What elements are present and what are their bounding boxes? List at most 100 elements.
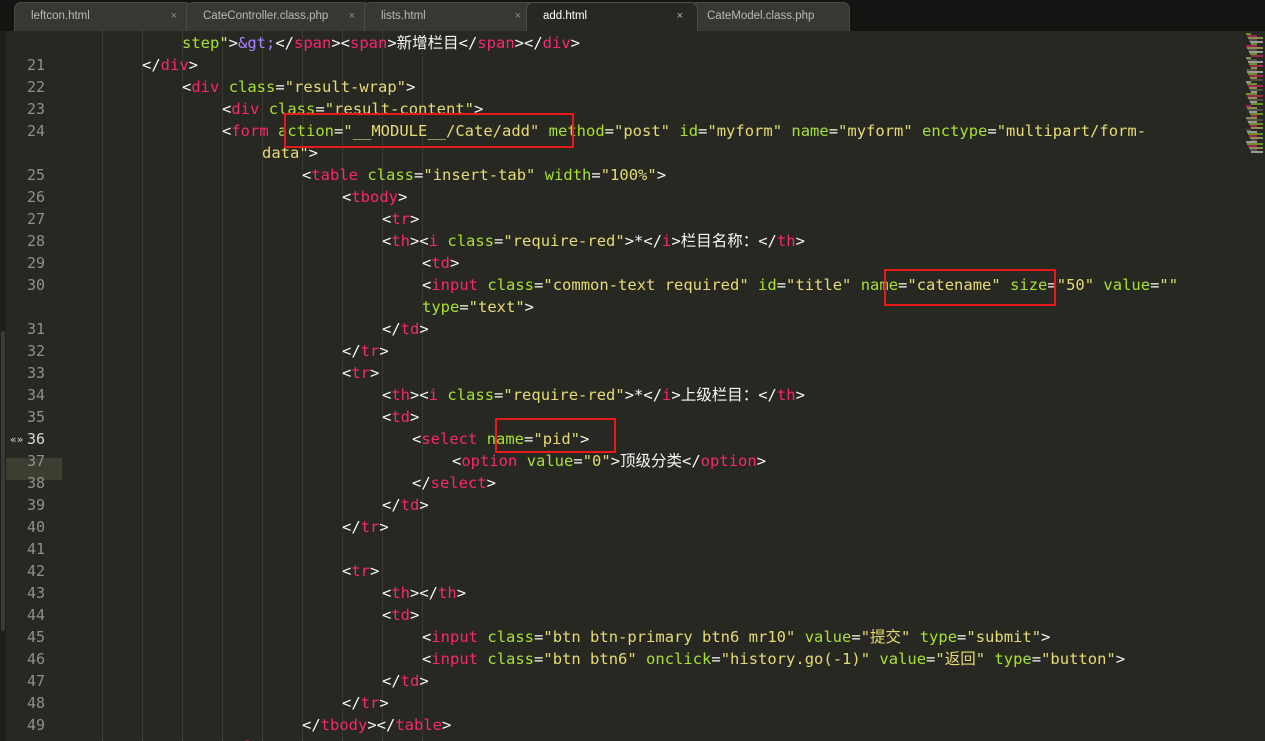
fold-marker-icon[interactable]: «» bbox=[10, 429, 23, 451]
code-token: > bbox=[370, 364, 380, 382]
tab-leftcon-html[interactable]: leftcon.html × bbox=[14, 2, 192, 31]
line-number: 46 bbox=[26, 650, 45, 668]
line-number: 35 bbox=[26, 408, 45, 426]
code-token: class bbox=[487, 650, 535, 668]
code-token: "common-text required" bbox=[543, 276, 749, 294]
code-token: div bbox=[191, 78, 220, 96]
code-token: < bbox=[412, 430, 422, 448]
code-token: input bbox=[431, 276, 479, 294]
code-token: "insert-tab" bbox=[423, 166, 536, 184]
code-token: name bbox=[791, 122, 829, 140]
line-number: 22 bbox=[26, 78, 45, 96]
minimap-line bbox=[1251, 151, 1263, 153]
code-line: <th></th> bbox=[382, 582, 466, 604]
line-number: 23 bbox=[26, 100, 45, 118]
code-token: </ bbox=[382, 496, 401, 514]
line-number: 33 bbox=[26, 364, 45, 382]
code-editor[interactable]: step">&gt;</span><span>新增栏目</span></div>… bbox=[62, 31, 1242, 741]
code-token: td bbox=[391, 408, 411, 426]
close-icon[interactable]: × bbox=[349, 3, 355, 30]
tab-label: CateController.class.php bbox=[203, 10, 329, 22]
code-token: >新增栏目</ bbox=[387, 34, 478, 52]
code-token: < bbox=[342, 562, 352, 580]
code-token: > bbox=[419, 672, 429, 690]
close-icon[interactable]: × bbox=[677, 3, 683, 30]
code-line: <input class="common-text required" id="… bbox=[422, 274, 1178, 296]
code-token: "50" bbox=[1056, 276, 1095, 294]
code-token: > bbox=[524, 298, 535, 316]
line-number: 24 bbox=[26, 122, 45, 140]
code-token: &gt; bbox=[238, 34, 276, 52]
code-token: </ bbox=[342, 518, 361, 536]
tab-catemodel-class-php[interactable]: CateModel.class.php bbox=[690, 2, 850, 31]
code-token: value bbox=[526, 452, 574, 470]
code-token: > bbox=[795, 232, 805, 250]
code-line: </tr> bbox=[342, 692, 389, 714]
code-line: <tr> bbox=[382, 208, 419, 230]
code-token: = bbox=[534, 628, 544, 646]
code-token: "100%" bbox=[600, 166, 657, 184]
code-token: value bbox=[879, 650, 927, 668]
line-number: 26 bbox=[26, 188, 45, 206]
code-token: = bbox=[957, 628, 967, 646]
code-token: step bbox=[182, 34, 220, 52]
code-token: > bbox=[442, 716, 452, 734]
code-line: </tr> bbox=[342, 340, 389, 362]
code-line: type="text"> bbox=[422, 296, 534, 318]
code-token: = bbox=[414, 166, 424, 184]
line-number: 50 bbox=[8, 736, 45, 741]
tab-catecontroller-class-php[interactable]: CateController.class.php × bbox=[186, 2, 370, 31]
code-line: </tr> bbox=[342, 516, 389, 538]
code-token: th bbox=[776, 386, 796, 404]
code-token: < bbox=[382, 386, 392, 404]
code-token: = bbox=[604, 122, 615, 140]
code-token: = bbox=[534, 650, 544, 668]
code-token: span bbox=[477, 34, 515, 52]
code-token: th bbox=[438, 584, 457, 602]
code-token: = bbox=[698, 122, 708, 140]
code-token: tr bbox=[360, 342, 380, 360]
code-token: type bbox=[994, 650, 1032, 668]
code-token: table bbox=[395, 716, 443, 734]
close-icon[interactable]: × bbox=[515, 3, 521, 30]
line-number: 28 bbox=[26, 232, 45, 250]
code-token: option bbox=[700, 452, 757, 470]
code-token: = bbox=[987, 122, 997, 140]
code-token: </ bbox=[342, 694, 361, 712]
line-number: 25 bbox=[26, 166, 45, 184]
code-token: = bbox=[494, 232, 504, 250]
code-token: > bbox=[410, 408, 420, 426]
side-bar-thumb[interactable] bbox=[1, 331, 5, 631]
minimap[interactable] bbox=[1242, 31, 1265, 741]
code-token: div bbox=[160, 56, 189, 74]
code-token: "require-red" bbox=[503, 232, 625, 250]
code-token: </ bbox=[412, 474, 431, 492]
line-number: 34 bbox=[26, 386, 45, 404]
code-token: "btn btn-primary btn6 mr10" bbox=[543, 628, 796, 646]
code-token: tr bbox=[351, 562, 371, 580]
code-token: "myform" bbox=[838, 122, 913, 140]
tab-add-html[interactable]: add.html × bbox=[526, 2, 698, 31]
code-line: <td> bbox=[382, 406, 419, 428]
line-number: 27 bbox=[26, 210, 45, 228]
code-token: span bbox=[350, 34, 388, 52]
code-token: "require-red" bbox=[503, 386, 625, 404]
code-line: <td> bbox=[422, 252, 459, 274]
code-token: < bbox=[382, 210, 392, 228]
close-icon[interactable]: × bbox=[171, 3, 177, 30]
line-number: 39 bbox=[26, 496, 45, 514]
code-token: value bbox=[1103, 276, 1151, 294]
code-token: > bbox=[410, 606, 420, 624]
code-token: width bbox=[544, 166, 592, 184]
code-token: ></ bbox=[514, 34, 543, 52]
code-token: < bbox=[382, 232, 392, 250]
code-line: </td> bbox=[382, 670, 429, 692]
side-bar-strip bbox=[0, 31, 6, 741]
code-token: >*</ bbox=[624, 232, 663, 250]
tab-lists-html[interactable]: lists.html × bbox=[364, 2, 536, 31]
